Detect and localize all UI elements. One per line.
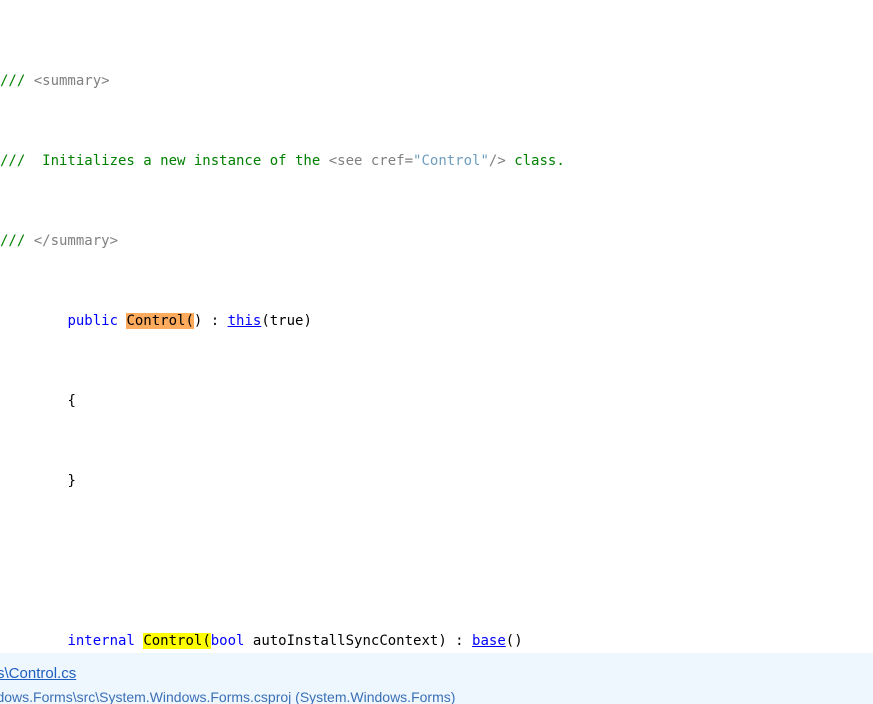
keyword-base[interactable]: base (472, 633, 506, 649)
keyword-internal: internal (67, 633, 135, 649)
doc-comment-tag: <summary> (33, 73, 110, 89)
doc-comment-text: /// Initializes a new instance of the (0, 153, 329, 169)
code-line[interactable]: } (0, 471, 873, 491)
file-path-link[interactable]: em\Windows\Forms\Control.cs (0, 665, 76, 682)
doc-comment-see-close: /> (488, 153, 515, 169)
doc-comment-slashes: /// (0, 233, 34, 249)
brace-open: { (67, 393, 76, 409)
code-editor[interactable]: /// <summary> /// Initializes a new inst… (0, 0, 873, 704)
code-content[interactable]: /// <summary> /// Initializes a new inst… (0, 11, 873, 704)
project-path-text: \..\..\src\System.Windows.Forms\src\Syst… (0, 689, 456, 704)
highlight-reference-control-ctor[interactable]: Control( (143, 633, 211, 649)
keyword-bool: bool (210, 633, 245, 649)
code-line-blank[interactable] (0, 551, 873, 571)
doc-comment-see-tag: <see cref= (328, 153, 414, 169)
base-args: () (505, 633, 523, 649)
this-args: (true) (261, 313, 312, 329)
ctor-parameter: autoInstallSyncContext) : (244, 633, 473, 649)
code-line[interactable]: /// Initializes a new instance of the <s… (0, 151, 873, 171)
doc-comment-slashes: /// (0, 73, 34, 89)
code-line[interactable]: { (0, 391, 873, 411)
brace-close: } (67, 473, 76, 489)
keyword-public: public (67, 313, 119, 329)
keyword-this[interactable]: this (228, 313, 262, 329)
doc-comment-close-tag: </summary> (33, 233, 119, 249)
code-line-ctor-internal[interactable]: internal Control(bool autoInstallSyncCon… (0, 631, 873, 651)
highlight-active-control-ctor[interactable]: Control( (126, 313, 194, 329)
ctor-paren: ) : (193, 313, 228, 329)
code-line[interactable]: /// </summary> (0, 231, 873, 251)
doc-comment-cref-value: "Control" (413, 153, 489, 169)
peek-definition-overlay[interactable]: em\Windows\Forms\Control.cs \..\..\src\S… (0, 653, 873, 704)
code-line[interactable]: /// <summary> (0, 71, 873, 91)
doc-comment-tail: class. (514, 153, 565, 169)
code-line-ctor-public[interactable]: public Control() : this(true) (0, 311, 873, 331)
